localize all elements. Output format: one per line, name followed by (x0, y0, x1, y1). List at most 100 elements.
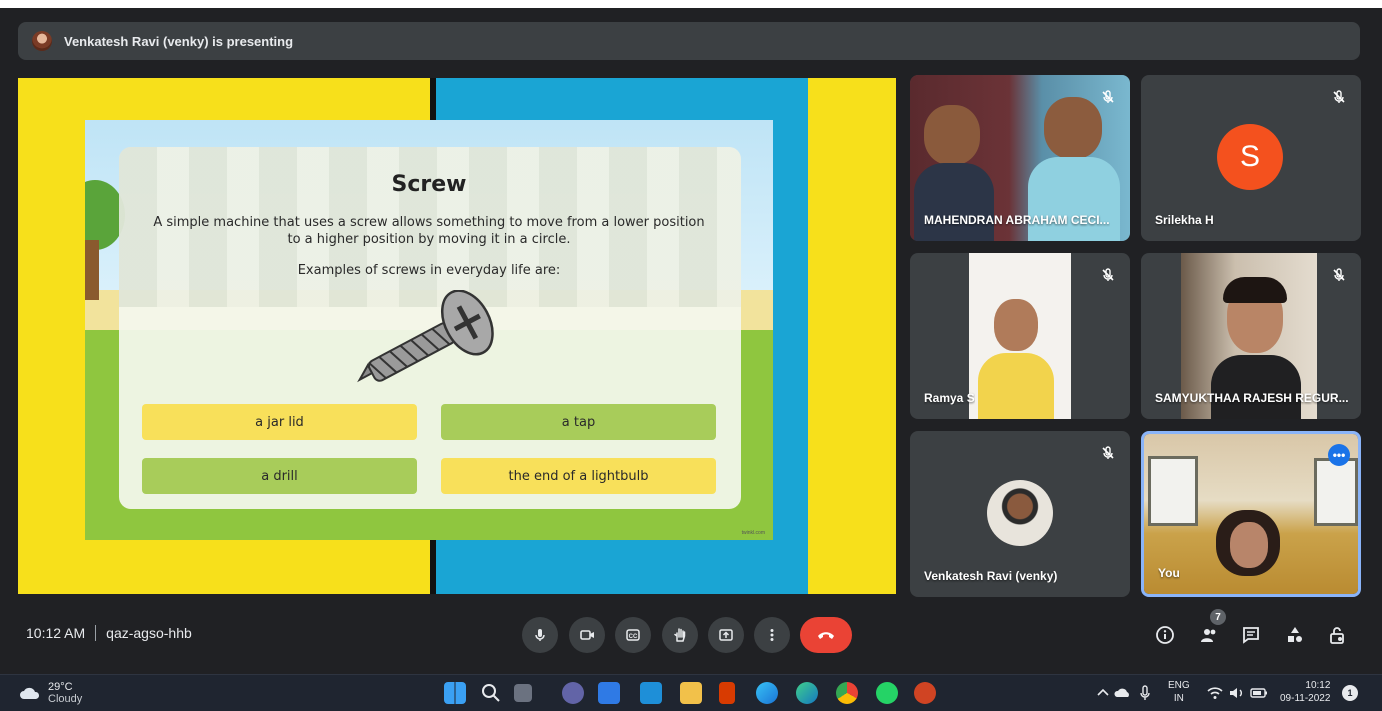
powerpoint-icon[interactable] (914, 682, 936, 704)
slide-title: Screw (391, 172, 467, 197)
participant-video (1148, 456, 1198, 526)
start-icon[interactable] (444, 682, 466, 704)
presenting-text: Venkatesh Ravi (venky) is presenting (64, 33, 294, 49)
answer-option: a jar lid (142, 404, 417, 440)
participant-person (1028, 157, 1120, 241)
camera-icon (580, 630, 594, 640)
participant-person (1211, 355, 1301, 419)
participant-name: Ramya S (924, 391, 975, 405)
mail-icon[interactable] (640, 682, 662, 704)
chrome-icon[interactable] (836, 682, 858, 704)
chevron-up-icon[interactable] (1092, 682, 1114, 704)
notification-badge[interactable]: 1 (1342, 685, 1358, 701)
meeting-code[interactable]: qaz-agso-hhb (106, 625, 192, 641)
mic-icon (535, 629, 545, 641)
participant-tile[interactable]: Ramya S (910, 253, 1130, 419)
participant-person (1230, 522, 1268, 568)
more-options-icon (770, 629, 774, 641)
participant-tile[interactable]: S Srilekha H (1141, 75, 1361, 241)
svg-text:CC: CC (629, 634, 638, 640)
office-icon[interactable] (719, 682, 735, 704)
participant-person (994, 299, 1038, 351)
more-options-icon[interactable]: ••• (1328, 444, 1350, 466)
meeting-time: 10:12 AM (26, 625, 86, 641)
raise-hand-icon (674, 628, 686, 642)
shared-screen[interactable]: Screw A simple machine that uses a screw… (18, 78, 896, 594)
onedrive-icon[interactable] (1112, 682, 1134, 704)
mic-button[interactable] (522, 617, 558, 653)
weather-temperature: 29°C (48, 681, 73, 693)
more-options-button[interactable] (754, 617, 790, 653)
host-controls-icon (1330, 627, 1344, 644)
answer-option: a drill (142, 458, 417, 494)
participant-avatar: S (1217, 124, 1283, 190)
participant-count-badge: 7 (1210, 609, 1226, 625)
cloud-icon (20, 687, 40, 699)
mic-off-icon (1333, 90, 1345, 103)
weather-widget[interactable]: 29°C Cloudy (18, 681, 82, 705)
participant-person (924, 105, 980, 165)
window-top-strip (0, 0, 1382, 8)
participant-tile[interactable]: SAMYUKTHAA RAJESH REGUR... (1141, 253, 1361, 419)
camera-button[interactable] (569, 617, 605, 653)
edge-icon[interactable] (756, 682, 778, 704)
slide-examples-heading: Examples of screws in everyday life are: (297, 263, 561, 278)
people-button[interactable] (1196, 622, 1222, 648)
participant-person (914, 163, 994, 241)
answer-option: a tap (441, 404, 716, 440)
presenting-banner: Venkatesh Ravi (venky) is presenting (18, 22, 1360, 60)
mic-off-icon (1102, 90, 1114, 103)
mic-tray-icon[interactable] (1134, 682, 1156, 704)
mic-off-icon (1333, 268, 1345, 281)
participant-name: Venkatesh Ravi (venky) (924, 569, 1058, 583)
captions-icon: CC (626, 629, 640, 641)
edge-dev-icon[interactable] (796, 682, 818, 704)
chat-icon (1243, 627, 1259, 644)
people-icon (1201, 629, 1216, 642)
language-code: ENG (1168, 680, 1190, 691)
end-call-icon (818, 632, 834, 639)
self-view-tile[interactable]: ••• You (1141, 431, 1361, 597)
participant-tile[interactable]: Venkatesh Ravi (venky) (910, 431, 1130, 597)
slide-credit: twinkl.com (741, 530, 765, 536)
chat-button[interactable] (1238, 622, 1264, 648)
language-region: IN (1173, 693, 1184, 704)
meeting-details: 10:12 AM qaz-agso-hhb (26, 625, 192, 641)
end-call-button[interactable] (800, 617, 852, 653)
participant-name: MAHENDRAN ABRAHAM CECI... (924, 213, 1110, 227)
language-indicator[interactable]: ENG IN (1168, 679, 1190, 705)
participant-avatar (987, 480, 1053, 546)
participant-name: You (1158, 566, 1180, 580)
teams-chat-icon[interactable] (562, 682, 584, 704)
taskbar: 29°C Cloudy ENG IN 10:12 09-11-2022 1 (0, 674, 1382, 711)
participant-person (1044, 97, 1102, 159)
info-icon (1156, 626, 1174, 644)
screw-illustration (357, 290, 494, 383)
mic-off-icon (1102, 446, 1114, 459)
participant-tile[interactable]: MAHENDRAN ABRAHAM CECI... (910, 75, 1130, 241)
wifi-icon[interactable] (1204, 682, 1226, 704)
clock-date: 09-11-2022 (1280, 693, 1331, 704)
search-icon[interactable] (480, 682, 502, 704)
file-explorer-icon[interactable] (680, 682, 702, 704)
host-controls-button[interactable] (1324, 622, 1350, 648)
participant-person (978, 353, 1054, 419)
meeting-info-button[interactable] (1152, 622, 1178, 648)
whatsapp-icon[interactable] (876, 682, 898, 704)
activities-button[interactable] (1282, 622, 1308, 648)
captions-button[interactable]: CC (615, 617, 651, 653)
present-icon (719, 629, 733, 641)
battery-icon[interactable] (1248, 682, 1270, 704)
mic-off-icon (1102, 268, 1114, 281)
participant-video (1314, 458, 1358, 526)
present-button[interactable] (708, 617, 744, 653)
participant-name: Srilekha H (1155, 213, 1214, 227)
activities-icon (1288, 627, 1302, 642)
raise-hand-button[interactable] (662, 617, 698, 653)
task-view-icon[interactable] (514, 684, 532, 702)
answer-option: the end of a lightbulb (441, 458, 716, 494)
system-clock[interactable]: 10:12 09-11-2022 (1280, 679, 1330, 705)
volume-icon[interactable] (1226, 682, 1248, 704)
widgets-icon[interactable] (598, 682, 620, 704)
slide-definition: A simple machine that uses a screw allow… (153, 215, 705, 247)
